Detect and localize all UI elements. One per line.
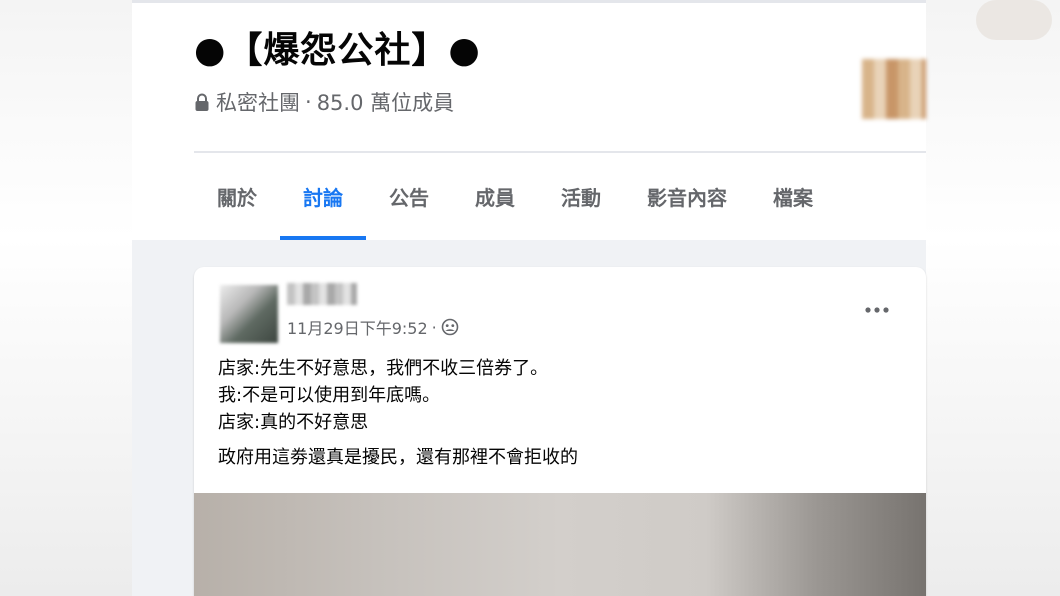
tab-media[interactable]: 影音內容: [624, 153, 750, 240]
post-line-2: 我:不是可以使用到年底嗎。: [218, 385, 441, 406]
tab-events-label: 活動: [561, 186, 601, 210]
tab-media-label: 影音內容: [647, 186, 727, 210]
tab-about[interactable]: 關於: [194, 153, 280, 240]
post-time-separator: ·: [431, 317, 437, 337]
post-timestamp[interactable]: 11月29日下午9:52: [287, 315, 428, 339]
lock-icon: [195, 93, 209, 111]
right-background-fade: [926, 0, 1060, 596]
tab-about-label: 關於: [217, 186, 257, 210]
tab-members[interactable]: 成員: [452, 153, 538, 240]
group-member-count[interactable]: 85.0 萬位成員: [317, 87, 454, 117]
group-privacy: 私密社團: [216, 91, 300, 115]
tab-members-label: 成員: [475, 186, 515, 210]
blurred-background-blob: [976, 0, 1052, 40]
group-audience-icon[interactable]: [441, 318, 459, 336]
tab-announcements-label: 公告: [389, 186, 429, 210]
group-title[interactable]: ●【爆怨公社】●: [194, 21, 481, 73]
tab-files-label: 檔案: [773, 186, 813, 210]
tab-files[interactable]: 檔案: [750, 153, 836, 240]
group-tabs: 關於 討論 公告 成員 活動 影音內容 檔案: [194, 153, 836, 240]
tab-discussion[interactable]: 討論: [280, 153, 366, 240]
group-header: ●【爆怨公社】● 私密社團 · 85.0 萬位成員 關於 討論 公告 成員 活動…: [132, 0, 926, 240]
post-timestamp-row: 11月29日下午9:52 ·: [287, 315, 459, 339]
facebook-group-page: ●【爆怨公社】● 私密社團 · 85.0 萬位成員 關於 討論 公告 成員 活動…: [132, 0, 926, 596]
post-text: 店家:先生不好意思，我們不收三倍券了。 我:不是可以使用到年底嗎。 店家:真的不…: [218, 355, 578, 471]
tab-announcements[interactable]: 公告: [366, 153, 452, 240]
post-image[interactable]: [194, 493, 926, 596]
post-line-3: 店家:真的不好意思: [218, 412, 369, 433]
post-line-4: 政府用這劵還真是擾民，還有那裡不會拒收的: [218, 447, 578, 468]
post-line-1: 店家:先生不好意思，我們不收三倍券了。: [218, 358, 549, 379]
member-avatars-blurred[interactable]: [862, 59, 926, 119]
tab-discussion-label: 討論: [303, 186, 343, 210]
post-author-name-blurred[interactable]: [287, 283, 357, 305]
tab-events[interactable]: 活動: [538, 153, 624, 240]
more-options-icon[interactable]: [864, 305, 890, 315]
meta-separator: ·: [305, 90, 312, 114]
group-meta: 私密社團 · 85.0 萬位成員: [194, 87, 454, 117]
left-background-fade: [0, 0, 132, 596]
group-post: 11月29日下午9:52 · 店家:先生不好意思，我們不收三倍券了。 我:不是可…: [194, 267, 926, 596]
post-author-avatar[interactable]: [220, 285, 278, 343]
